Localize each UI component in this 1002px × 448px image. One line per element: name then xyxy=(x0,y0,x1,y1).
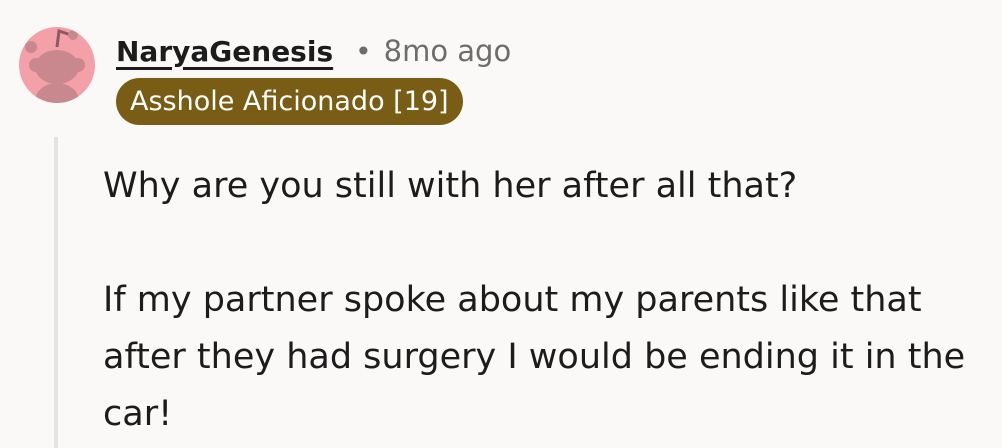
user-avatar[interactable] xyxy=(19,17,95,113)
comment-meta: NaryaGenesis • 8mo ago xyxy=(116,28,511,74)
timestamp[interactable]: 8mo ago xyxy=(384,34,512,68)
comment-paragraph: Why are you still with her after all tha… xyxy=(103,166,798,206)
thread-line[interactable] xyxy=(54,137,58,448)
comment: NaryaGenesis • 8mo ago Asshole Aficionad… xyxy=(0,0,1002,448)
snoo-avatar-icon xyxy=(19,27,95,103)
user-flair: Asshole Aficionado [19] xyxy=(116,78,463,125)
username-link[interactable]: NaryaGenesis xyxy=(116,35,333,68)
comment-paragraph: If my partner spoke about my parents lik… xyxy=(103,280,966,434)
comment-body: Why are you still with her after all tha… xyxy=(103,158,983,443)
meta-separator: • xyxy=(355,34,372,68)
